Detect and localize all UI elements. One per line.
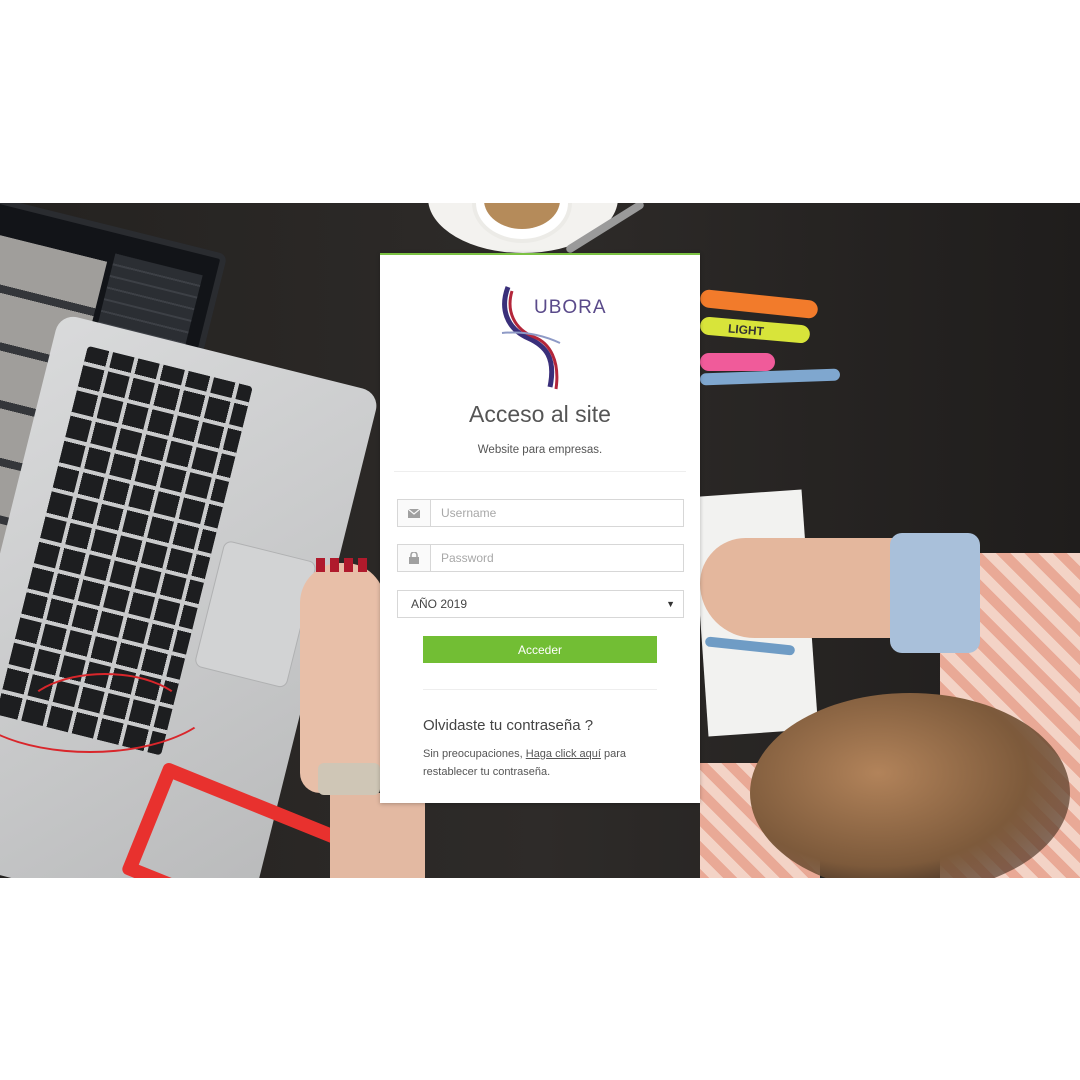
reset-password-link[interactable]: Haga click aquí	[526, 748, 601, 760]
hair	[750, 693, 1070, 878]
bracelet	[318, 763, 380, 795]
lock-icon	[398, 545, 431, 571]
forgot-password-title: Olvidaste tu contraseña ?	[423, 717, 594, 734]
envelope-icon	[398, 500, 431, 526]
left-arm	[330, 793, 425, 878]
forgot-password-help: Sin preocupaciones, Haga click aquí para…	[423, 745, 663, 781]
page-title: Acceso al site	[469, 401, 611, 427]
year-select-value: AÑO 2019	[411, 597, 468, 611]
highlighter-pink	[700, 353, 775, 371]
submit-button[interactable]: Acceder	[423, 636, 657, 663]
password-input[interactable]	[431, 545, 683, 571]
headphone-cable-2	[20, 673, 190, 763]
left-hand	[300, 563, 385, 793]
year-select[interactable]: AÑO 2019 ▼	[397, 590, 684, 618]
logo-text: UBORA	[534, 297, 607, 318]
divider-2	[423, 689, 657, 690]
highlighter-label: LIGHT	[727, 321, 765, 339]
divider	[394, 471, 686, 472]
password-field	[397, 544, 684, 572]
shirt-cuff	[890, 533, 980, 653]
page-subtitle: Website para empresas.	[477, 444, 603, 456]
username-input[interactable]	[431, 500, 683, 526]
username-field	[397, 499, 684, 527]
trackpad	[193, 539, 318, 689]
caret-down-icon: ▼	[666, 599, 675, 609]
login-card: UBORA Acceso al site Website para empres…	[380, 253, 700, 803]
help-prefix: Sin preocupaciones,	[423, 748, 523, 760]
ubora-logo: UBORA	[498, 283, 606, 393]
nails	[316, 558, 371, 572]
